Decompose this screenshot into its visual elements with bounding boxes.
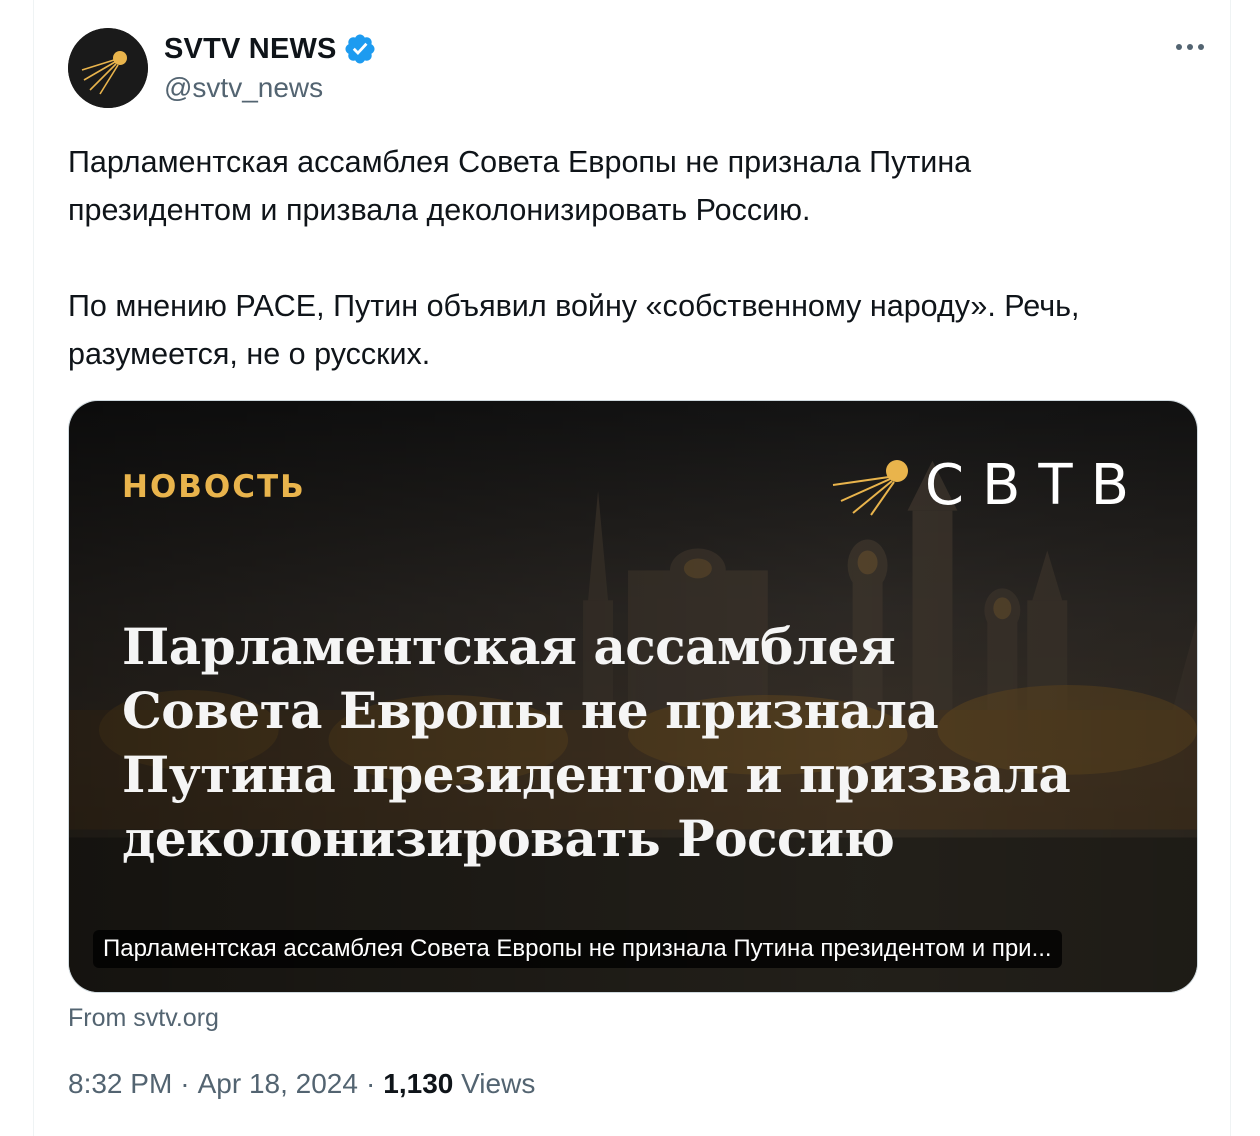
meta-separator: · bbox=[365, 1068, 376, 1099]
tweet-container: SVTV NEWS @svtv_news Парламентская ассам… bbox=[33, 0, 1231, 1136]
tweet-meta: 8:32 PM · Apr 18, 2024 · 1,130 Views bbox=[68, 1068, 535, 1100]
tweet-time[interactable]: 8:32 PM bbox=[68, 1068, 172, 1100]
author-handle[interactable]: @svtv_news bbox=[164, 72, 323, 104]
sputnik-logo-icon bbox=[832, 459, 908, 516]
card-kicker: НОВОСТЬ bbox=[122, 469, 306, 505]
author-display-name[interactable]: SVTV NEWS bbox=[164, 33, 337, 66]
card-caption: Парламентская ассамблея Совета Европы не… bbox=[93, 930, 1062, 968]
link-card[interactable]: НОВОСТЬ СВТВ Парламентская ассамблея Сов… bbox=[68, 400, 1198, 993]
meta-separator: · bbox=[180, 1068, 190, 1099]
more-horizontal-icon[interactable] bbox=[1170, 30, 1210, 64]
verified-badge-icon[interactable] bbox=[343, 32, 377, 66]
avatar[interactable] bbox=[68, 28, 148, 108]
sputnik-logo-icon bbox=[68, 28, 148, 108]
card-headline: Парламентская ассамблея Совета Европы не… bbox=[122, 617, 1071, 868]
views-label: Views bbox=[461, 1068, 536, 1099]
tweet-text: Парламентская ассамблея Совета Европы не… bbox=[68, 145, 1080, 371]
card-source-link[interactable]: From svtv.org bbox=[68, 1004, 219, 1033]
card-logo-text: СВТВ bbox=[924, 453, 1147, 518]
views-count: 1,130 bbox=[383, 1068, 454, 1099]
tweet-date[interactable]: Apr 18, 2024 bbox=[198, 1068, 358, 1100]
author-name-row: SVTV NEWS bbox=[164, 30, 377, 68]
card-logo: СВТВ bbox=[831, 453, 1147, 518]
